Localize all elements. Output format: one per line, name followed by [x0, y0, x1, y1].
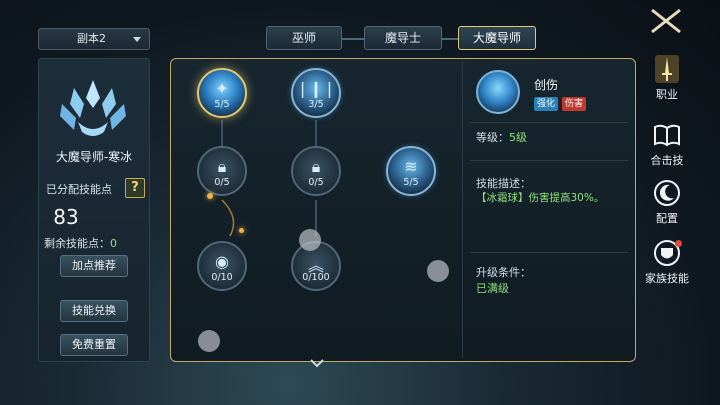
skill-node[interactable]: 🔒︎ 0/5	[291, 146, 341, 196]
skill-level: 0/100	[302, 272, 330, 283]
upgrade-condition-label: 升级条件：	[476, 266, 531, 279]
sidebar-item-label: 合击技	[650, 154, 684, 167]
sidebar-item-label: 家族技能	[645, 272, 689, 285]
skill-level-value: 5级	[509, 131, 527, 144]
sidebar-item-family-skill[interactable]: 家族技能	[642, 238, 692, 286]
tab-connector	[340, 38, 366, 40]
skill-level: 5/5	[214, 99, 230, 110]
book-icon	[652, 120, 682, 150]
tab-connector	[440, 38, 460, 40]
detail-divider	[470, 122, 628, 123]
free-reset-button[interactable]: 免费重置	[60, 334, 128, 356]
skill-node[interactable]: ≋ 5/5	[386, 146, 436, 196]
chevron-down-icon	[133, 37, 141, 42]
allocated-points-value: 83	[53, 205, 79, 229]
touch-indicator	[427, 260, 449, 282]
skill-desc-text: 【冰霜球】伤害提高30%。	[476, 192, 605, 204]
class-name: 大魔导师-寒冰	[55, 150, 133, 164]
skill-desc-label: 技能描述：	[476, 177, 531, 190]
panel-divider	[462, 62, 463, 358]
help-button[interactable]: ?	[125, 178, 145, 198]
skill-level: 0/5	[214, 177, 230, 188]
skill-node[interactable]: ❘❙❘ 3/5	[291, 68, 341, 118]
dungeon-dropdown[interactable]: 副本2	[38, 28, 150, 50]
sword-icon	[652, 54, 682, 84]
remaining-points-value: 0	[110, 237, 117, 250]
touch-indicator	[299, 229, 321, 251]
sparkle-effect	[239, 228, 244, 233]
ice-pillar-icon: ❘❙❘	[295, 79, 337, 98]
close-icon[interactable]	[646, 6, 686, 36]
upgrade-condition-value: 已满级	[476, 282, 509, 295]
sparkle-effect	[207, 193, 213, 199]
skill-node[interactable]: ◉ 0/10	[197, 241, 247, 291]
allocated-points-label: 已分配技能点	[46, 183, 112, 196]
remaining-points: 剩余技能点：0	[44, 235, 117, 251]
skill-detail-icon	[476, 70, 520, 114]
sidebar-item-class[interactable]: 职业	[642, 54, 692, 102]
tag-damage: 伤害	[562, 97, 587, 111]
dropdown-value: 副本2	[77, 32, 106, 45]
skill-level: 0/5	[308, 177, 324, 188]
moon-icon	[652, 178, 682, 208]
tab-wizard[interactable]: 巫师	[266, 26, 342, 50]
sidebar-item-config[interactable]: 配置	[642, 178, 692, 226]
detail-divider	[470, 160, 628, 161]
skill-level-label: 等级：	[476, 131, 509, 144]
sidebar-item-combo[interactable]: 合击技	[642, 120, 692, 168]
sidebar-item-label: 职业	[656, 88, 678, 101]
detail-divider	[470, 252, 628, 253]
skill-title: 创伤	[534, 78, 559, 92]
skill-level: 3/5	[308, 99, 324, 110]
skill-level: 5/5	[403, 177, 419, 188]
skill-level-info: 等级：5级	[476, 129, 527, 145]
remaining-points-label: 剩余技能点：	[44, 237, 110, 250]
skill-exchange-button[interactable]: 技能兑换	[60, 300, 128, 322]
tab-archmage[interactable]: 大魔导师	[458, 26, 536, 50]
sidebar-item-label: 配置	[656, 212, 678, 225]
chevron-down-icon[interactable]	[309, 354, 325, 368]
tab-mage[interactable]: 魔导士	[364, 26, 442, 50]
skill-level: 0/10	[211, 272, 233, 283]
ice-sword-icon: ✦	[215, 79, 229, 98]
skill-node[interactable]: 🔒︎ 0/5	[197, 146, 247, 196]
notification-dot	[675, 240, 682, 247]
ice-orb-icon: ◉	[215, 252, 229, 271]
lock-icon: 🔒︎	[217, 157, 227, 176]
frost-wave-icon: ≋	[404, 157, 418, 176]
tag-enhance: 强化	[534, 97, 559, 111]
lock-icon: 🔒︎	[311, 157, 321, 176]
touch-indicator	[198, 330, 220, 352]
skill-node[interactable]: ✦ 5/5	[197, 68, 247, 118]
recommend-points-button[interactable]: 加点推荐	[60, 255, 128, 277]
class-emblem-icon	[52, 74, 134, 142]
